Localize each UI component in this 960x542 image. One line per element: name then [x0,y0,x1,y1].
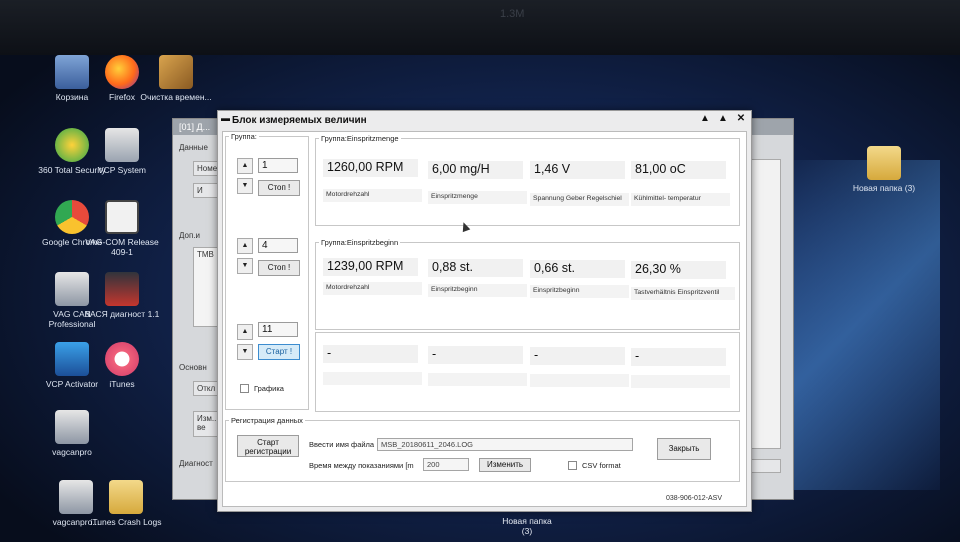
group3-value-2: - [428,346,523,364]
group2-down-arrow[interactable]: ▼ [237,258,253,274]
vagcanpro-icon [55,410,89,444]
window-titlebar[interactable]: ▬ Блок измеряемых величин ▲ ▲ ✕ [218,111,751,131]
group3-label-2 [428,373,527,386]
bg-osnov-label: Основн [179,363,207,372]
group3-number-input[interactable]: 11 [258,322,298,337]
monitor-bezel: 1.3M [0,0,960,55]
icon-label: iTunes [109,379,135,389]
close-button[interactable]: Закрыть [657,438,711,460]
group1-legend: Группа:Einspritzmenge [321,134,399,143]
folder-icon [867,146,901,180]
desktop-icon-vasya[interactable]: ВАСЯ диагност 1.1 [82,272,162,319]
firefox-icon [105,55,139,89]
vcp-icon [105,128,139,162]
icon-label: iTunes Crash Logs [90,517,162,527]
group3-label-3 [530,374,629,387]
group2-number-input[interactable]: 4 [258,238,298,253]
icon-label: vagcanpro [52,447,92,457]
group2-up-arrow[interactable]: ▲ [237,238,253,254]
icon-label: Очистка времен... [140,92,212,102]
group1-panel: Группа:Einspritzmenge [315,134,740,226]
group2-value-3: 0,66 st. [530,260,625,278]
group1-value-4: 81,00 oC [631,161,726,179]
maximize-icon[interactable]: ▲ [715,113,731,124]
icon-label: Новая папка (3) [852,183,916,193]
icon-label: ВАСЯ диагност 1.1 [84,309,160,319]
interval-input[interactable]: 200 [423,458,469,471]
group2-value-2: 0,88 st. [428,259,523,277]
group3-label-1 [323,372,422,385]
registration-legend: Регистрация данных [231,416,303,425]
groups-label: Группа: [231,132,257,141]
group3-value-4: - [631,348,726,366]
group1-up-arrow[interactable]: ▲ [237,158,253,174]
group1-number-input[interactable]: 1 [258,158,298,173]
group2-label-2: Einspritzbeginn [428,284,527,297]
system-menu-icon[interactable]: ▬ [221,113,230,123]
group1-down-arrow[interactable]: ▼ [237,178,253,194]
desktop-icon-vcp-system[interactable]: VCP System [82,128,162,175]
group1-value-3: 1,46 V [530,161,625,179]
group3-label-4 [631,375,730,388]
vasya-icon [105,272,139,306]
group3-value-3: - [530,347,625,365]
group2-label-3: Einspritzbeginn [530,285,629,298]
group1-label-1: Motordrehzahl [323,189,422,202]
icon-label: VCP System [97,165,147,175]
filename-label: Ввести имя файла [309,440,375,449]
csv-format-checkbox[interactable] [568,461,577,470]
group1-value-2: 6,00 mg/H [428,161,523,179]
bg-data-label: Данные [179,143,208,152]
graphics-label: Графика [254,384,284,393]
desktop-icon-itunes-crash-logs[interactable]: iTunes Crash Logs [86,480,166,527]
group1-label-2: Einspritzmenge [428,191,527,204]
wallpaper-glow [770,160,940,490]
group1-stop-button[interactable]: Стоп ! [258,180,300,196]
desktop-icon-itunes[interactable]: iTunes [82,342,162,389]
controller-id: 038-906-012-ASV [665,495,722,502]
group2-label-1: Motordrehzahl [323,282,422,295]
interval-label: Время между показаниями [m [309,461,414,470]
new-folder-3-label[interactable]: Новая папка (3) [497,516,557,536]
window-title: Блок измеряемых величин [232,115,367,126]
filename-input[interactable]: MSB_20180611_2046.LOG [377,438,633,451]
close-icon[interactable]: ✕ [733,113,749,124]
group1-value-1: 1260,00 RPM [323,159,418,177]
graphics-checkbox[interactable] [240,384,249,393]
group2-stop-button[interactable]: Стоп ! [258,260,300,276]
minimize-icon[interactable]: ▲ [697,113,713,124]
bg-diag-label: Диагност [179,459,213,468]
change-button[interactable]: Изменить [479,458,531,472]
measured-values-window: ▬ Блок измеряемых величин ▲ ▲ ✕ Группа: … [217,110,752,512]
window-content: Группа: ▲ ▼ 1 Стоп ! ▲ ▼ 4 Стоп ! ▲ ▼ 11… [222,131,747,507]
group2-value-1: 1239,00 RPM [323,258,418,276]
broom-icon [159,55,193,89]
icon-label: VAG-COM Release 409-1 [85,237,159,257]
group1-label-4: Kühlmittel- temperatur [631,193,730,206]
bg-dop-label: Доп.и [179,231,200,240]
monitor-label: 1.3M [500,8,525,20]
group2-label-4: Tastverhältnis Einspritzventil [631,287,735,300]
group1-label-3: Spannung Geber Regelschiel [530,193,629,206]
group2-value-4: 26,30 % [631,261,726,279]
group3-down-arrow[interactable]: ▼ [237,344,253,360]
csv-format-label: CSV format [582,461,621,470]
vag-com-icon [105,200,139,234]
desktop-icon-new-folder[interactable]: Новая папка (3) [844,146,924,193]
group3-value-1: - [323,345,418,363]
group3-up-arrow[interactable]: ▲ [237,324,253,340]
start-registration-button[interactable]: Старт регистрации [237,435,299,457]
desktop-icon-cleanup[interactable]: Очистка времен... [136,55,216,102]
group3-start-button[interactable]: Старт ! [258,344,300,360]
desktop-icon-vagcanpro[interactable]: vagcanpro [32,410,112,457]
folder-icon [109,480,143,514]
group2-legend: Группа:Einspritzbeginn [321,238,399,247]
itunes-icon [105,342,139,376]
desktop-icon-vag-com[interactable]: VAG-COM Release 409-1 [82,200,162,257]
